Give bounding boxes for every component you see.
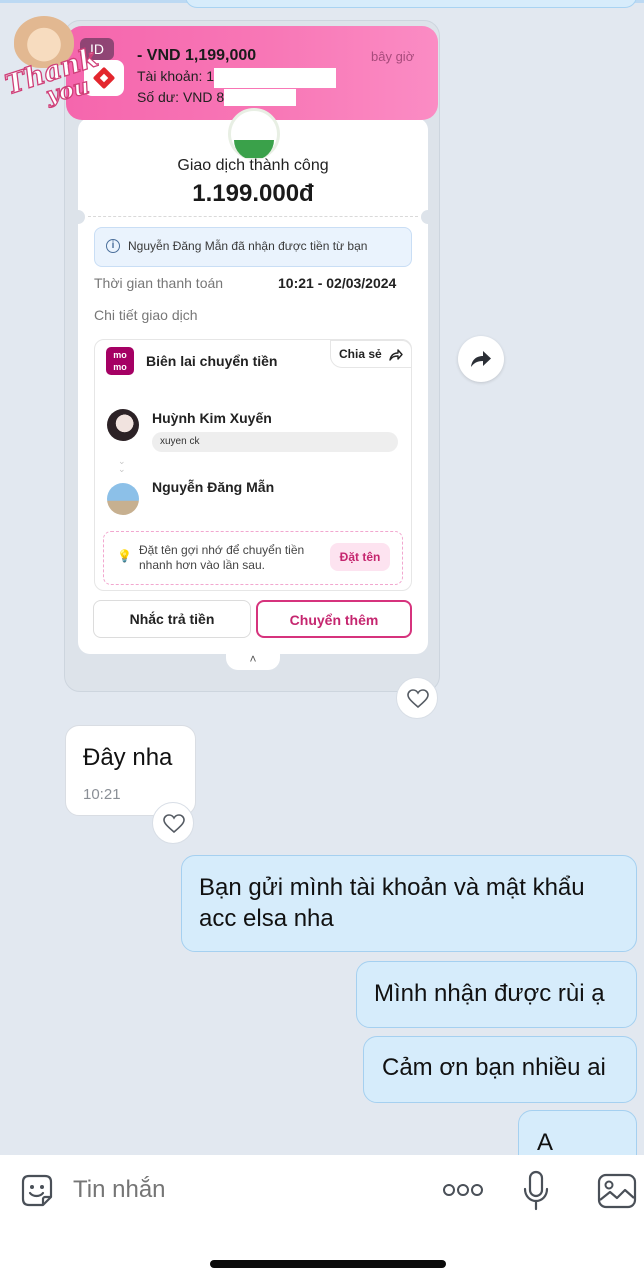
payment-time-value: 10:21 - 02/03/2024 [278, 275, 397, 291]
outgoing-message-text: Cảm ơn bạn nhiều ai [382, 1054, 606, 1081]
info-icon: i [106, 239, 120, 253]
receipt-divider [88, 216, 418, 217]
forward-button[interactable] [458, 336, 504, 382]
chevron-down-icon: ⌄ [118, 464, 126, 474]
react-heart-button[interactable] [152, 802, 194, 844]
receiver-avatar [107, 483, 139, 515]
forward-icon [471, 351, 491, 367]
outgoing-message-text: A [537, 1129, 554, 1156]
details-label: Chi tiết giao dịch [94, 307, 198, 323]
notification-balance: Số dư: VND 8 [137, 89, 225, 105]
message-timestamp: 10:21 [83, 786, 121, 803]
more-icon[interactable] [442, 1182, 484, 1198]
nickname-tip-text: Đặt tên gợi nhớ để chuyển tiền nhanh hơn… [139, 543, 305, 572]
transfer-memo: xuyen ck [152, 432, 398, 452]
heart-icon [163, 814, 185, 834]
previous-message-bubble[interactable] [185, 0, 637, 8]
check-icon [234, 121, 274, 158]
receiver-name: Nguyễn Đăng Mẫn [152, 479, 275, 495]
remind-payment-button: Nhắc trả tiền [93, 600, 251, 638]
momo-logo: mo mo [106, 347, 134, 375]
microphone-icon[interactable] [522, 1170, 550, 1212]
outgoing-message-text: Bạn gửi mình tài khoản và mật khẩu acc e… [199, 874, 585, 932]
transaction-amount: 1.199.000đ [192, 180, 314, 207]
receipt-notch-left [71, 210, 85, 224]
redaction-mask [214, 68, 336, 88]
payment-time-label: Thời gian thanh toán [94, 275, 224, 291]
sticker-icon[interactable] [18, 1172, 56, 1210]
incoming-message-text: Đây nha [83, 744, 173, 771]
transaction-status: Giao dịch thành công [177, 157, 329, 174]
notification-time: bây giờ [371, 49, 415, 64]
sender-avatar [107, 409, 139, 441]
transfer-more-button: Chuyển thêm [256, 600, 412, 638]
home-indicator[interactable] [210, 1260, 446, 1268]
redaction-mask [224, 89, 296, 106]
heart-icon [407, 689, 429, 709]
receipt-title: Biên lai chuyển tiền [146, 353, 278, 369]
collapse-tab: ˄ [226, 652, 280, 670]
share-icon [389, 349, 403, 361]
lightbulb-icon: 💡 [117, 549, 132, 563]
receipt-notch-right [421, 210, 435, 224]
react-heart-button[interactable] [396, 677, 438, 719]
share-button: Chia sẻ [330, 340, 412, 368]
image-icon[interactable] [597, 1173, 637, 1209]
set-name-button: Đặt tên [330, 543, 390, 571]
message-input[interactable] [73, 1176, 423, 1204]
info-message: Nguyễn Đăng Mẫn đã nhận được tiền từ bạn [128, 239, 368, 253]
notification-amount: - VND 1,199,000 [137, 47, 257, 64]
sender-name: Huỳnh Kim Xuyến [152, 410, 272, 426]
thank-you-sticker: Thank you [0, 4, 108, 110]
outgoing-message-text: Mình nhận được rùi ạ [374, 980, 605, 1007]
notification-account: Tài khoản: 1 [137, 68, 215, 84]
